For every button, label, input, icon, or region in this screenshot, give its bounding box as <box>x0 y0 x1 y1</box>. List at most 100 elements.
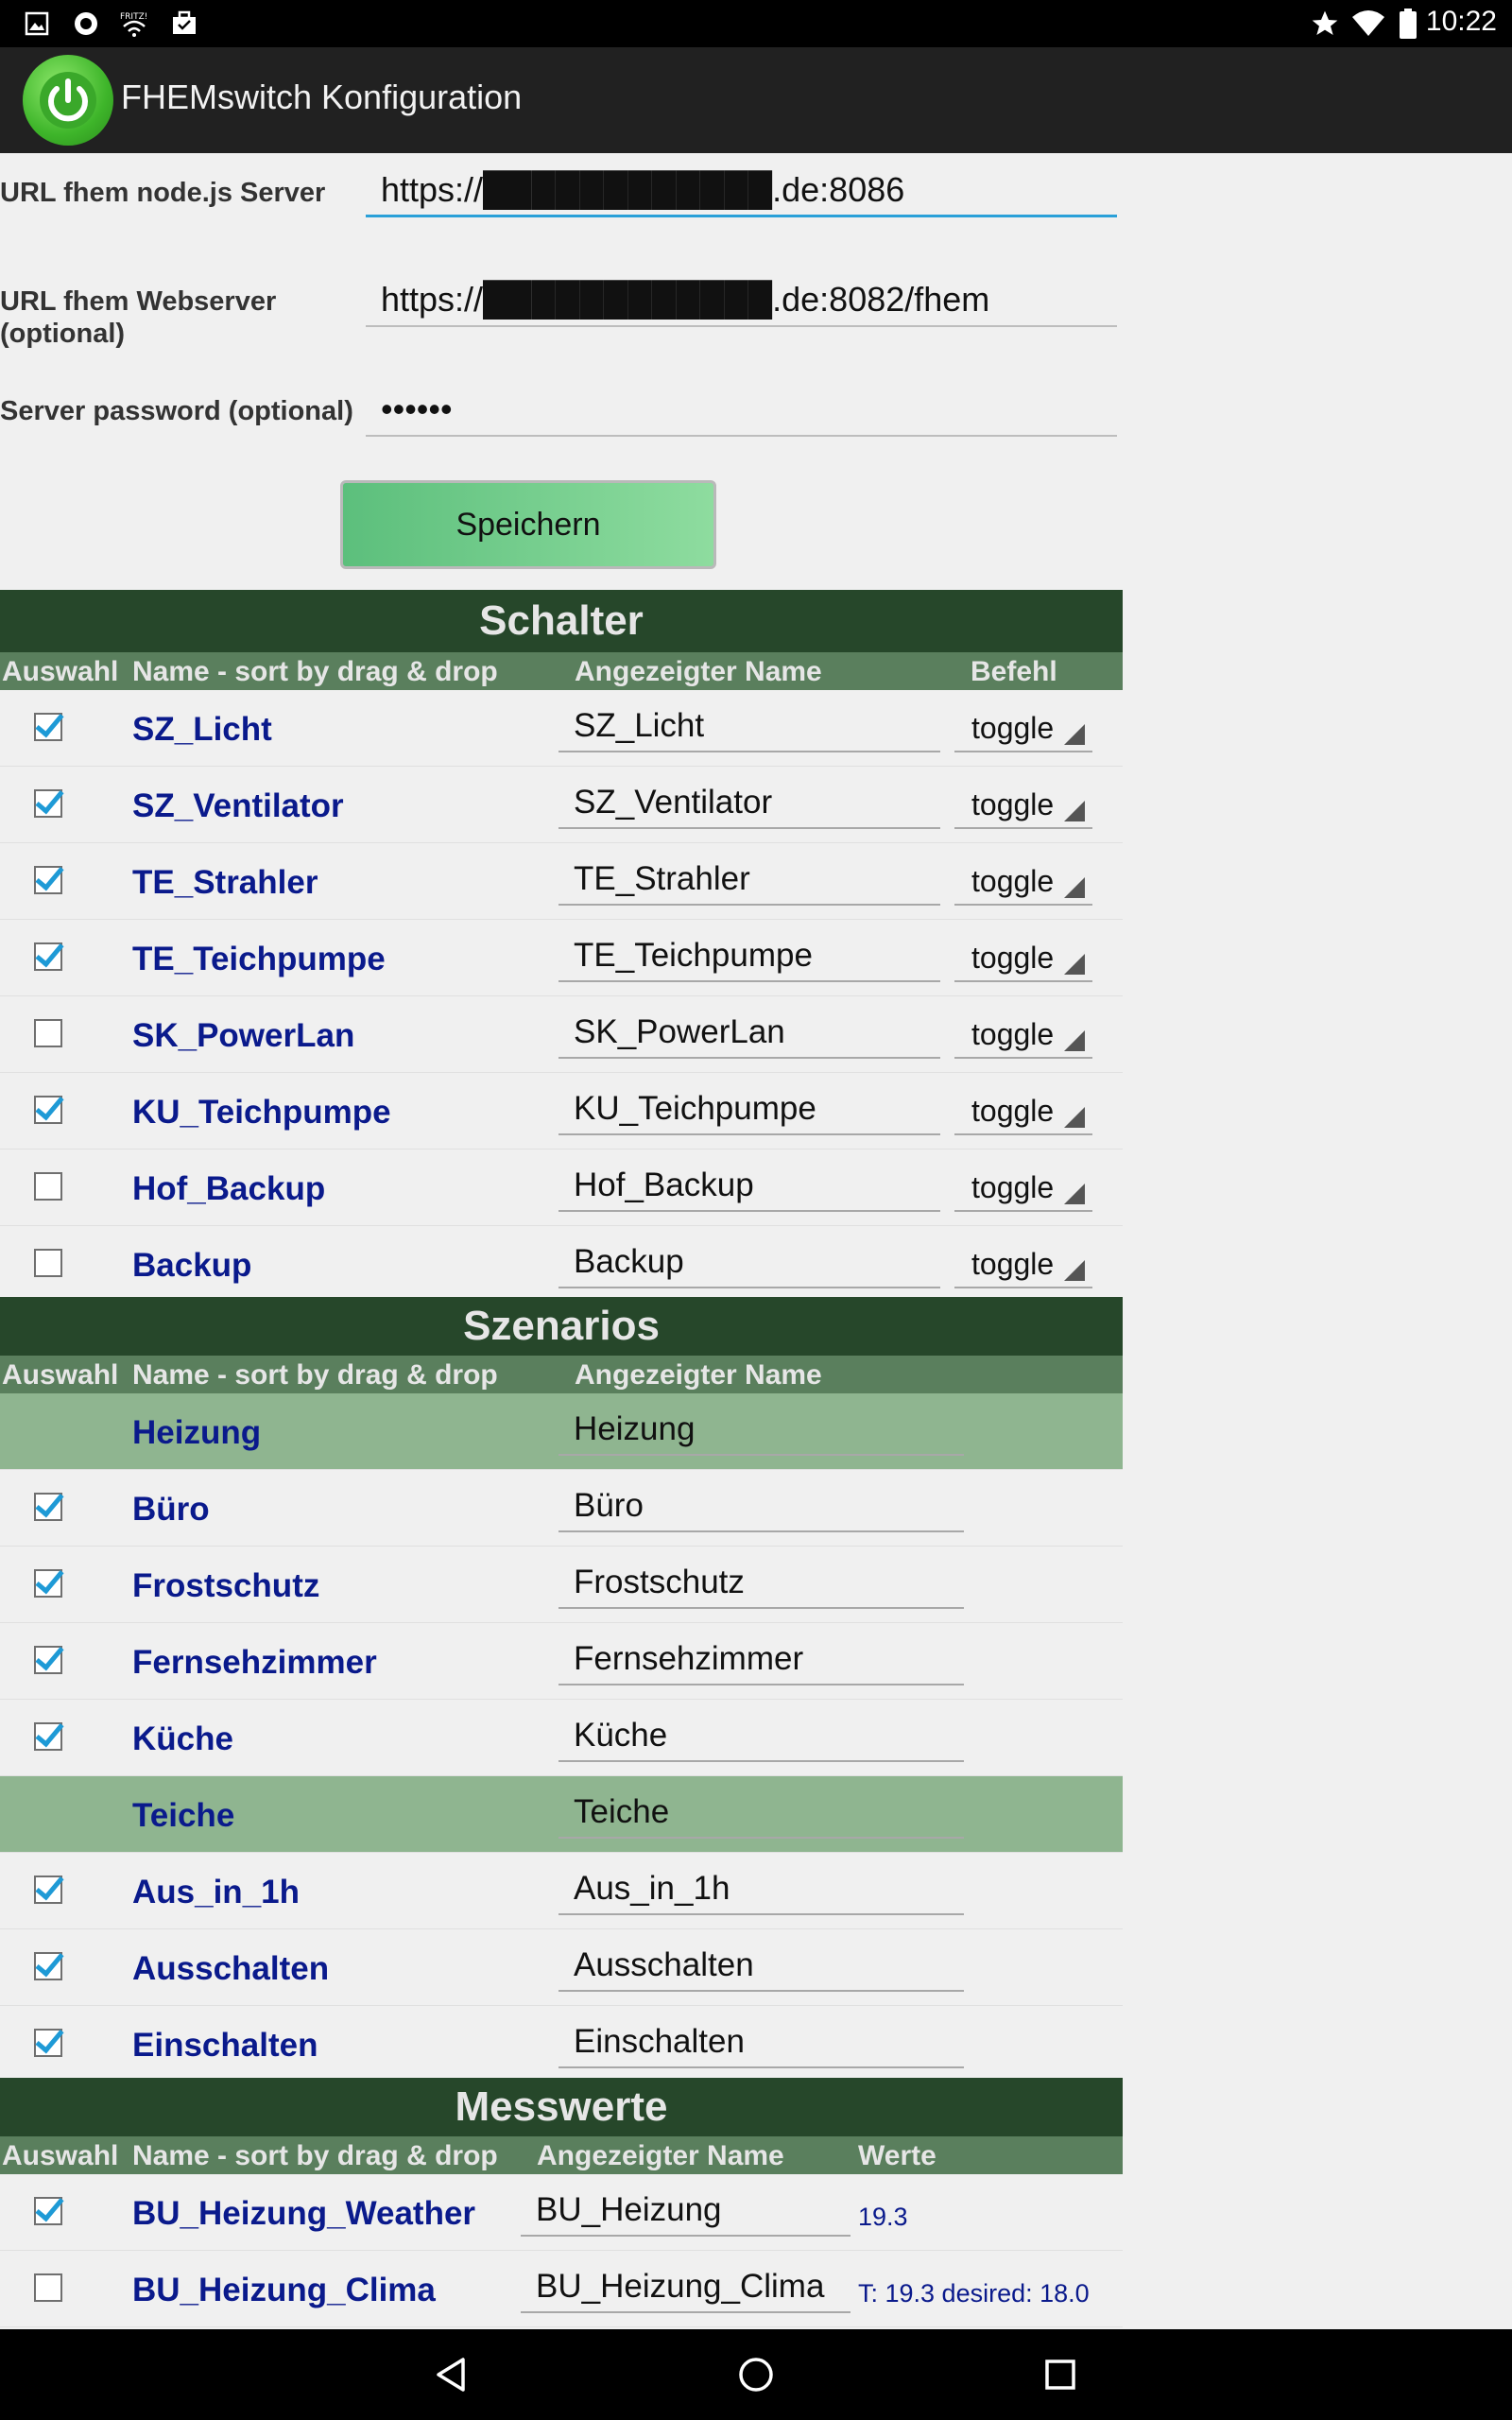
col-name: Name - sort by drag & drop <box>132 1359 498 1391</box>
device-name: KU_Teichpumpe <box>132 1094 391 1131</box>
display-name-input[interactable] <box>558 1558 964 1609</box>
webserver-label: URL fhem Webserver (optional) <box>0 286 277 349</box>
navigation-bar <box>0 2329 1512 2420</box>
table-row: Küche <box>0 1700 1123 1776</box>
display-name-input[interactable] <box>558 1481 964 1532</box>
checkbox[interactable] <box>34 789 62 818</box>
checkbox[interactable] <box>34 2197 62 2225</box>
device-name: Büro <box>132 1491 210 1528</box>
display-name-input[interactable] <box>558 701 940 752</box>
device-name: Backup <box>132 1247 252 1284</box>
svg-text:FRITZ!: FRITZ! <box>120 12 147 22</box>
column-header: Auswahl Name - sort by drag & drop Angez… <box>0 652 1123 690</box>
section-title: Messwerte <box>0 2078 1123 2136</box>
display-name-input[interactable] <box>558 778 940 829</box>
display-name-input[interactable] <box>558 1864 964 1915</box>
display-name-input[interactable] <box>558 2017 964 2068</box>
checkbox[interactable] <box>34 2029 62 2057</box>
command-select[interactable]: toggle <box>954 931 1092 982</box>
table-row: Einschalten <box>0 2006 1123 2083</box>
col-values: Werte <box>858 2140 936 2171</box>
command-select[interactable]: toggle <box>954 701 1092 752</box>
power-icon[interactable] <box>23 55 113 146</box>
display-name-input[interactable] <box>521 2262 850 2313</box>
display-name-input[interactable] <box>558 1008 940 1059</box>
display-name-input[interactable] <box>558 1161 940 1212</box>
command-select[interactable]: toggle <box>954 1008 1092 1059</box>
command-select[interactable]: toggle <box>954 855 1092 906</box>
command-select[interactable]: toggle <box>954 1084 1092 1135</box>
status-time: 10:22 <box>1425 6 1497 37</box>
col-name: Name - sort by drag & drop <box>132 656 498 687</box>
command-select[interactable]: toggle <box>954 1237 1092 1288</box>
table-row: Aus_in_1h <box>0 1853 1123 1929</box>
value-text: 19.3 <box>858 2203 908 2231</box>
password-input[interactable] <box>366 384 1117 437</box>
table-row: BU_Heizung_Weather 19.3 <box>0 2174 1123 2251</box>
checkbox[interactable] <box>34 1722 62 1751</box>
table-row: SK_PowerLan toggle <box>0 996 1123 1073</box>
table-row: Fernsehzimmer <box>0 1623 1123 1700</box>
szenarios-section: Szenarios Auswahl Name - sort by drag & … <box>0 1297 1123 2083</box>
image-icon <box>21 8 53 40</box>
device-name: TE_Teichpumpe <box>132 941 386 977</box>
battery-icon <box>1397 8 1419 40</box>
column-header: Auswahl Name - sort by drag & drop Angez… <box>0 2136 1123 2174</box>
device-name: Frostschutz <box>132 1567 320 1604</box>
checkbox[interactable] <box>34 713 62 741</box>
checkbox[interactable] <box>34 1952 62 1980</box>
checkbox[interactable] <box>34 1646 62 1674</box>
checkbox[interactable] <box>34 1019 62 1047</box>
home-icon[interactable] <box>728 2346 784 2403</box>
star-icon <box>1308 8 1342 40</box>
table-row: TE_Strahler toggle <box>0 843 1123 920</box>
table-row: TE_Teichpumpe toggle <box>0 920 1123 996</box>
device-name: TE_Strahler <box>132 864 318 901</box>
checkbox[interactable] <box>34 942 62 971</box>
app-bar: FHEMswitch Konfiguration <box>0 47 1512 153</box>
checkbox[interactable] <box>34 1249 62 1277</box>
display-name-input[interactable] <box>558 931 940 982</box>
schalter-section: Schalter Auswahl Name - sort by drag & d… <box>0 590 1123 1303</box>
column-header: Auswahl Name - sort by drag & drop Angez… <box>0 1356 1123 1393</box>
display-name-input[interactable] <box>558 1084 940 1135</box>
device-name: Einschalten <box>132 2027 318 2064</box>
device-name: Küche <box>132 1720 233 1757</box>
checkbox[interactable] <box>34 2273 62 2302</box>
webserver-input[interactable] <box>366 274 1117 327</box>
device-name: Aus_in_1h <box>132 1874 300 1910</box>
display-name-input[interactable] <box>558 1634 964 1685</box>
briefcase-icon <box>168 8 200 40</box>
checkbox[interactable] <box>34 866 62 894</box>
display-name-input[interactable] <box>558 1237 940 1288</box>
device-name: SZ_Ventilator <box>132 787 344 824</box>
checkbox[interactable] <box>34 1876 62 1904</box>
display-name-input[interactable] <box>521 2186 850 2237</box>
col-select: Auswahl <box>2 2140 119 2171</box>
col-display: Angezeigter Name <box>575 656 822 687</box>
display-name-input[interactable] <box>558 1711 964 1762</box>
checkbox[interactable] <box>34 1569 62 1598</box>
checkbox[interactable] <box>34 1172 62 1201</box>
node-server-input[interactable] <box>366 164 1117 217</box>
device-name: Teiche <box>132 1797 235 1834</box>
table-row: Ausschalten <box>0 1929 1123 2006</box>
command-select[interactable]: toggle <box>954 1161 1092 1212</box>
col-command: Befehl <box>971 656 1057 687</box>
checkbox[interactable] <box>34 1493 62 1521</box>
recents-icon[interactable] <box>1032 2346 1089 2403</box>
col-select: Auswahl <box>2 656 119 687</box>
device-name: Ausschalten <box>132 1950 330 1987</box>
command-select[interactable]: toggle <box>954 778 1092 829</box>
save-button[interactable]: Speichern <box>340 480 716 569</box>
display-name-input[interactable] <box>558 855 940 906</box>
device-name: SK_PowerLan <box>132 1017 355 1054</box>
display-name-input[interactable] <box>558 1405 964 1456</box>
checkbox[interactable] <box>34 1096 62 1124</box>
display-name-input[interactable] <box>558 1941 964 1992</box>
col-display: Angezeigter Name <box>537 2140 784 2171</box>
back-icon[interactable] <box>423 2346 480 2403</box>
display-name-input[interactable] <box>558 1788 964 1839</box>
col-display: Angezeigter Name <box>575 1359 822 1391</box>
wifi-icon <box>1349 8 1387 40</box>
